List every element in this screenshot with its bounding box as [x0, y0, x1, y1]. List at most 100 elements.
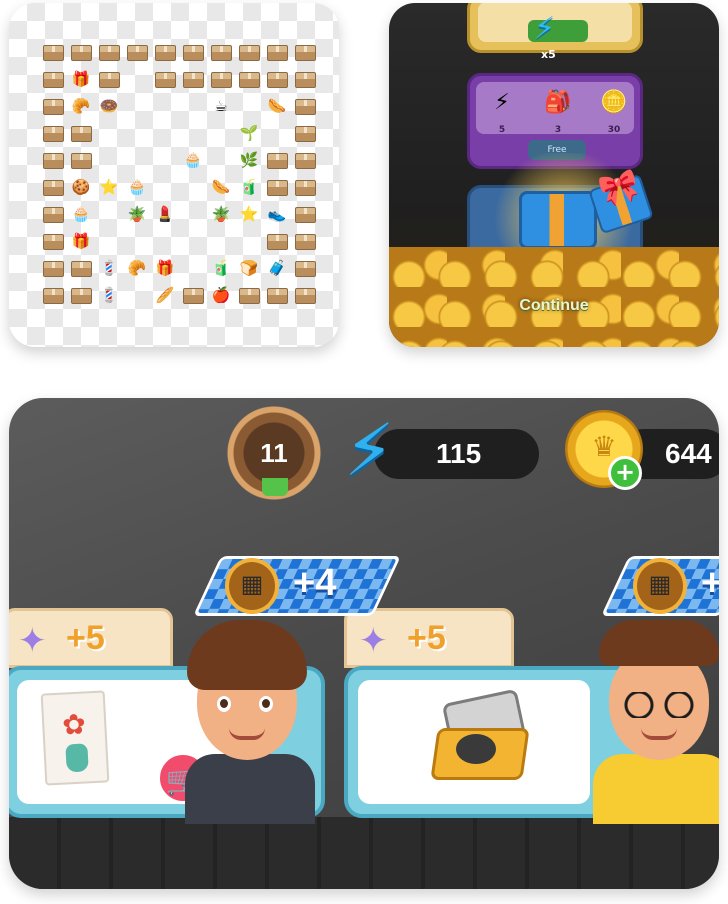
- board-cell-box[interactable]: [235, 282, 263, 309]
- board-cell-item[interactable]: 🎁: [151, 255, 179, 282]
- board-cell-empty[interactable]: [207, 147, 235, 174]
- board-cell-item[interactable]: 🌿: [235, 147, 263, 174]
- board-cell-box[interactable]: [39, 255, 67, 282]
- board-cell-empty[interactable]: [235, 228, 263, 255]
- board-cell-box[interactable]: [263, 147, 291, 174]
- board-cell-box[interactable]: [235, 66, 263, 93]
- board-cell-empty[interactable]: [235, 93, 263, 120]
- board-cell-box[interactable]: [39, 147, 67, 174]
- board-cell-empty[interactable]: [151, 228, 179, 255]
- board-cell-box[interactable]: [179, 39, 207, 66]
- board-cell-box[interactable]: [179, 66, 207, 93]
- board-cell-empty[interactable]: [123, 120, 151, 147]
- board-cell-item[interactable]: 🧃: [235, 174, 263, 201]
- board-cell-box[interactable]: [179, 282, 207, 309]
- board-cell-box[interactable]: [39, 201, 67, 228]
- board-cell-empty[interactable]: [95, 120, 123, 147]
- board-cell-item[interactable]: ⭐: [235, 201, 263, 228]
- board-cell-box[interactable]: [291, 255, 319, 282]
- board-cell-box[interactable]: [67, 39, 95, 66]
- board-cell-box[interactable]: [291, 39, 319, 66]
- continue-button[interactable]: Continue: [389, 297, 719, 315]
- board-cell-box[interactable]: [39, 93, 67, 120]
- board-cell-item[interactable]: 👟: [263, 201, 291, 228]
- board-cell-item[interactable]: ☕: [207, 93, 235, 120]
- board-cell-item[interactable]: 💈: [95, 282, 123, 309]
- board-cell-empty[interactable]: [207, 228, 235, 255]
- board-cell-box[interactable]: [39, 228, 67, 255]
- level-badge[interactable]: 11: [224, 406, 330, 506]
- board-cell-box[interactable]: [95, 66, 123, 93]
- board-cell-box[interactable]: [67, 120, 95, 147]
- board-cell-empty[interactable]: [207, 120, 235, 147]
- board-cell-box[interactable]: [263, 39, 291, 66]
- board-cell-empty[interactable]: [151, 147, 179, 174]
- board-cell-box[interactable]: [207, 66, 235, 93]
- board-cell-box[interactable]: [39, 282, 67, 309]
- board-cell-item[interactable]: ⭐: [95, 174, 123, 201]
- board-cell-item[interactable]: 🌭: [263, 93, 291, 120]
- board-cell-empty[interactable]: [263, 120, 291, 147]
- board-cell-box[interactable]: [39, 120, 67, 147]
- board-cell-item[interactable]: 💈: [95, 255, 123, 282]
- board-cell-box[interactable]: [151, 66, 179, 93]
- board-cell-item[interactable]: 🥐: [67, 93, 95, 120]
- board-cell-box[interactable]: [291, 120, 319, 147]
- board-cell-box[interactable]: [291, 228, 319, 255]
- board-cell-item[interactable]: 🪴: [207, 201, 235, 228]
- board-cell-box[interactable]: [39, 174, 67, 201]
- board-cell-item[interactable]: 🍪: [67, 174, 95, 201]
- board-cell-empty[interactable]: [179, 120, 207, 147]
- board-cell-item[interactable]: 🥖: [151, 282, 179, 309]
- board-cell-item[interactable]: 💄: [151, 201, 179, 228]
- board-cell-item[interactable]: 🌱: [235, 120, 263, 147]
- board-cell-box[interactable]: [263, 228, 291, 255]
- board-cell-box[interactable]: [207, 39, 235, 66]
- board-cell-item[interactable]: 🧃: [207, 255, 235, 282]
- board-cell-empty[interactable]: [95, 201, 123, 228]
- board-cell-box[interactable]: [263, 66, 291, 93]
- board-cell-box[interactable]: [67, 147, 95, 174]
- board-cell-box[interactable]: [263, 282, 291, 309]
- board-cell-empty[interactable]: [151, 120, 179, 147]
- board-cell-empty[interactable]: [179, 201, 207, 228]
- board-cell-item[interactable]: 🌭: [207, 174, 235, 201]
- board-cell-empty[interactable]: [179, 255, 207, 282]
- board-cell-empty[interactable]: [151, 93, 179, 120]
- board-cell-box[interactable]: [291, 201, 319, 228]
- board-cell-empty[interactable]: [179, 93, 207, 120]
- board-cell-item[interactable]: 🧁: [179, 147, 207, 174]
- board-cell-empty[interactable]: [151, 174, 179, 201]
- board-cell-item[interactable]: 🧳: [263, 255, 291, 282]
- board-cell-item[interactable]: 🥐: [123, 255, 151, 282]
- board-cell-box[interactable]: [67, 255, 95, 282]
- board-cell-item[interactable]: 🪴: [123, 201, 151, 228]
- board-cell-item[interactable]: 🍩: [95, 93, 123, 120]
- board-cell-item[interactable]: 🧁: [67, 201, 95, 228]
- board-cell-box[interactable]: [39, 39, 67, 66]
- board-cell-empty[interactable]: [95, 147, 123, 174]
- board-cell-box[interactable]: [291, 147, 319, 174]
- board-cell-box[interactable]: [291, 66, 319, 93]
- board-cell-box[interactable]: [151, 39, 179, 66]
- board-cell-box[interactable]: [95, 39, 123, 66]
- board-cell-box[interactable]: [235, 39, 263, 66]
- board-cell-empty[interactable]: [179, 228, 207, 255]
- board-cell-item[interactable]: 🍎: [207, 282, 235, 309]
- board-cell-empty[interactable]: [179, 174, 207, 201]
- board-cell-empty[interactable]: [123, 147, 151, 174]
- board-cell-empty[interactable]: [123, 93, 151, 120]
- board-cell-item[interactable]: 🎁: [67, 228, 95, 255]
- board-cell-empty[interactable]: [123, 66, 151, 93]
- board-cell-box[interactable]: [263, 174, 291, 201]
- board-cell-empty[interactable]: [123, 228, 151, 255]
- board-cell-box[interactable]: [123, 39, 151, 66]
- board-cell-box[interactable]: [291, 174, 319, 201]
- board-cell-box[interactable]: [39, 66, 67, 93]
- board-cell-item[interactable]: 🍞: [235, 255, 263, 282]
- board-cell-item[interactable]: 🧁: [123, 174, 151, 201]
- board-cell-empty[interactable]: [95, 228, 123, 255]
- board-cell-box[interactable]: [291, 93, 319, 120]
- board-cell-item[interactable]: 🎁: [67, 66, 95, 93]
- board-cell-box[interactable]: [67, 282, 95, 309]
